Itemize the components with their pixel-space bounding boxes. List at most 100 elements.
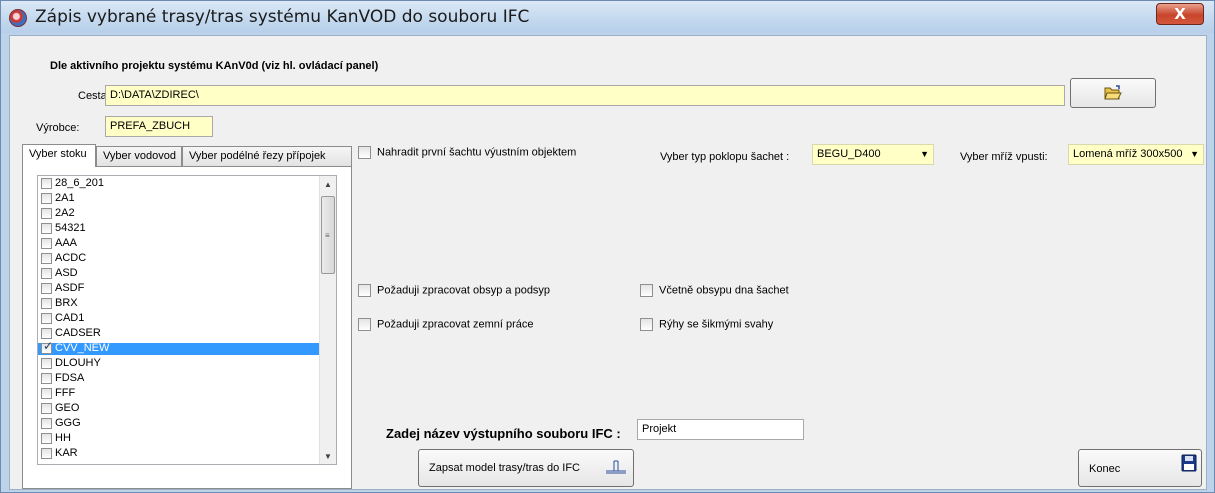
scroll-up-arrow-icon[interactable]: ▲ (324, 180, 332, 189)
replace-first-shaft-option[interactable]: Nahradit první šachtu výustním objektem (358, 146, 576, 159)
inlet-grate-select[interactable]: Lomená mříž 300x500 ▼ (1068, 144, 1204, 165)
browse-folder-button[interactable] (1070, 78, 1156, 108)
sewer-item-checkbox[interactable] (41, 448, 52, 459)
sewer-list-item[interactable]: 2A2 (38, 208, 321, 220)
sewer-list-item[interactable]: 2A1 (38, 193, 321, 205)
sewer-item-checkbox[interactable] (41, 403, 52, 414)
sewer-item-label: ASDF (55, 282, 85, 294)
output-file-label: Zadej název výstupního souboru IFC : (386, 426, 621, 441)
sloped-trenches-checkbox[interactable] (640, 318, 653, 331)
sewer-list-item[interactable]: CVV_NEW (38, 341, 321, 355)
shaft-cover-value: BEGU_D400 (817, 148, 881, 160)
tab-water[interactable]: Vyber vodovod (96, 146, 182, 166)
sewer-item-checkbox[interactable] (41, 208, 52, 219)
pipe-icon (606, 460, 626, 474)
sewer-list-item[interactable]: ASD (38, 268, 321, 280)
sewer-item-checkbox[interactable] (41, 328, 52, 339)
list-scrollbar[interactable]: ▲ ≡ ▼ (319, 176, 336, 464)
write-model-button[interactable]: Zapsat model trasy/tras do IFC (418, 449, 634, 487)
sewer-list-item[interactable]: CAD1 (38, 313, 321, 325)
shaft-cover-dropdown-icon[interactable]: ▼ (920, 149, 929, 159)
sewer-item-label: GEO (55, 402, 80, 414)
sewer-item-label: CVV_NEW (55, 342, 110, 354)
sewer-item-label: GGG (55, 417, 81, 429)
manufacturer-label: Výrobce: (36, 122, 80, 134)
sewer-list-item[interactable]: FFF (38, 388, 321, 400)
sewer-list-item[interactable]: KAR (38, 448, 321, 460)
sewer-list-item[interactable]: HH (38, 433, 321, 445)
inlet-grate-dropdown-icon[interactable]: ▼ (1190, 149, 1199, 159)
process-earthworks-checkbox[interactable] (358, 318, 371, 331)
sewer-item-checkbox[interactable] (41, 268, 52, 279)
inlet-grate-label: Vyber mříž vpusti: (960, 151, 1048, 163)
sewer-list-item[interactable]: CADSER (38, 328, 321, 340)
close-label: Konec (1089, 463, 1121, 475)
output-file-input[interactable]: Projekt (637, 419, 804, 440)
sewer-item-label: 2A2 (55, 207, 75, 219)
sewer-item-label: BRX (55, 297, 78, 309)
write-model-label: Zapsat model trasy/tras do IFC (429, 462, 580, 474)
floppy-disk-icon (1181, 454, 1197, 472)
sewer-item-label: ASD (55, 267, 78, 279)
sewer-item-label: CAD1 (55, 312, 85, 324)
path-field[interactable]: D:\DATA\ZDIREC\ (105, 85, 1065, 106)
sewer-list-item[interactable]: ASDF (38, 283, 321, 295)
sewer-item-checkbox[interactable] (41, 313, 52, 324)
sewer-list-item[interactable]: DLOUHY (38, 358, 321, 370)
sewer-list-item[interactable]: FDSA (38, 373, 321, 385)
replace-first-shaft-checkbox[interactable] (358, 146, 371, 159)
manufacturer-field[interactable]: PREFA_ZBUCH (105, 116, 213, 137)
scroll-thumb[interactable]: ≡ (321, 196, 335, 274)
sewer-list-item[interactable]: AAA (38, 238, 321, 250)
sewer-list-item[interactable]: 28_6_201 (38, 178, 321, 190)
app-icon (9, 9, 27, 27)
sewer-item-label: KAR (55, 447, 78, 459)
tab-panel-sewer: 28_6_201 2A1 2A2 54321 AAA ACDC ASD ASDF BRX CAD1… (22, 166, 352, 489)
tab-sewer[interactable]: Vyber stoku (22, 144, 96, 167)
replace-first-shaft-label: Nahradit první šachtu výustním objektem (377, 146, 577, 159)
include-shaft-bottom-label: Včetně obsypu dna šachet (659, 284, 789, 297)
client-area: Dle aktivního projektu systému KAnV0d (v… (9, 35, 1207, 490)
sewer-item-label: HH (55, 432, 71, 444)
sewer-item-label: CADSER (55, 327, 101, 339)
sewer-item-checkbox[interactable] (41, 223, 52, 234)
sewer-item-checkbox[interactable] (41, 193, 52, 204)
sewer-list-item[interactable]: 54321 (38, 223, 321, 235)
sewer-item-checkbox[interactable] (41, 253, 52, 264)
process-earthworks-option[interactable]: Požaduji zpracovat zemní práce (358, 318, 534, 331)
include-shaft-bottom-checkbox[interactable] (640, 284, 653, 297)
close-button[interactable]: Konec (1078, 449, 1202, 487)
project-heading: Dle aktivního projektu systému KAnV0d (v… (50, 60, 379, 72)
sewer-item-checkbox[interactable] (41, 341, 53, 354)
sewer-item-checkbox[interactable] (41, 283, 52, 294)
sewer-item-checkbox[interactable] (41, 238, 52, 249)
sewer-item-checkbox[interactable] (41, 418, 52, 429)
sloped-trenches-option[interactable]: Rýhy se šikmými svahy (640, 318, 773, 331)
sewer-list-item[interactable]: GGG (38, 418, 321, 430)
sewer-list-item[interactable]: GEO (38, 403, 321, 415)
scroll-down-arrow-icon[interactable]: ▼ (324, 452, 332, 461)
process-bedding-checkbox[interactable] (358, 284, 371, 297)
close-window-button[interactable]: X (1156, 3, 1204, 25)
inlet-grate-value: Lomená mříž 300x500 (1073, 148, 1183, 160)
title-bar[interactable]: Zápis vybrané trasy/tras systému KanVOD … (1, 1, 1214, 33)
sloped-trenches-label: Rýhy se šikmými svahy (659, 318, 774, 331)
sewer-item-checkbox[interactable] (41, 433, 52, 444)
sewer-item-checkbox[interactable] (41, 178, 52, 189)
sewer-item-label: DLOUHY (55, 357, 101, 369)
sewer-item-label: ACDC (55, 252, 87, 264)
sewer-item-checkbox[interactable] (41, 298, 52, 309)
sewer-item-checkbox[interactable] (41, 388, 52, 399)
sewer-listbox[interactable]: 28_6_201 2A1 2A2 54321 AAA ACDC ASD ASDF BRX CAD1… (37, 175, 337, 465)
process-bedding-option[interactable]: Požaduji zpracovat obsyp a podsyp (358, 284, 550, 297)
sewer-item-checkbox[interactable] (41, 373, 52, 384)
tab-connections[interactable]: Vyber podélné řezy přípojek (182, 146, 352, 166)
sewer-list-item[interactable]: ACDC (38, 253, 321, 265)
sewer-list-item[interactable]: BRX (38, 298, 321, 310)
include-shaft-bottom-option[interactable]: Včetně obsypu dna šachet (640, 284, 789, 297)
sewer-item-checkbox[interactable] (41, 358, 52, 369)
shaft-cover-select[interactable]: BEGU_D400 ▼ (812, 144, 934, 165)
process-bedding-label: Požaduji zpracovat obsyp a podsyp (377, 284, 551, 297)
sewer-item-label: 28_6_201 (55, 177, 104, 189)
sewer-item-label: 54321 (55, 222, 86, 234)
